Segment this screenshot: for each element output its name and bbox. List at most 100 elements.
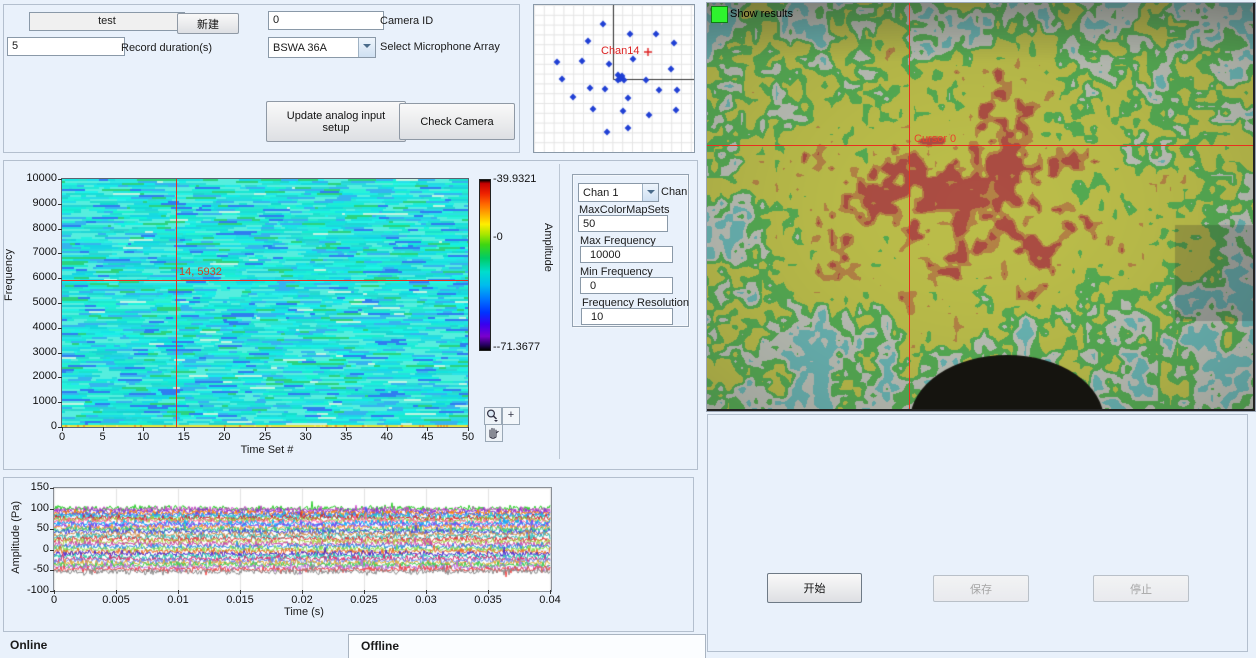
x-tick-label: 0 <box>34 594 74 606</box>
x-tick-mark <box>426 590 427 594</box>
dropdown-arrow-icon[interactable] <box>642 184 658 201</box>
x-tick-mark <box>62 427 63 431</box>
x-tick-label: 40 <box>372 431 402 443</box>
cursor-tool-icon[interactable]: + <box>502 407 520 425</box>
spectrogram-cursor-hline[interactable] <box>62 280 468 281</box>
new-button[interactable]: 新建 <box>177 13 239 34</box>
pan-tool-icon[interactable] <box>485 424 503 442</box>
frequency-resolution-field[interactable]: 10 <box>581 308 673 325</box>
channel-value: Chan 1 <box>579 185 642 201</box>
y-tick-mark <box>58 278 62 279</box>
offline-status-label: Offline <box>361 639 399 653</box>
mic-array-plot[interactable]: Chan14 <box>533 4 695 153</box>
x-tick-label: 0.015 <box>220 594 260 606</box>
y-tick-mark <box>50 488 54 489</box>
y-tick-label: 5000 <box>17 296 57 308</box>
max-frequency-field[interactable]: 10000 <box>580 246 673 263</box>
y-tick-label: 2000 <box>17 370 57 382</box>
min-frequency-field[interactable]: 0 <box>580 277 673 294</box>
spectrogram-cursor-vline[interactable] <box>176 179 177 427</box>
camera-cursor-vline[interactable] <box>909 3 910 409</box>
camera-id-label: Camera ID <box>380 15 433 27</box>
camera-view-panel[interactable]: Cursor 0 Show results <box>706 2 1256 412</box>
channel-dropdown[interactable]: Chan 1 <box>578 183 659 202</box>
spectrogram-ylabel: Frequency <box>3 249 15 301</box>
x-tick-mark <box>265 427 266 431</box>
waveform-plot[interactable] <box>53 487 552 592</box>
check-camera-button[interactable]: Check Camera <box>399 103 515 140</box>
y-tick-mark <box>58 229 62 230</box>
stop-button[interactable]: 停止 <box>1093 575 1189 602</box>
spectrogram-plot[interactable]: 14, 5932 <box>61 178 469 428</box>
y-tick-label: -50 <box>12 563 49 575</box>
x-tick-label: 10 <box>128 431 158 443</box>
colorbar-max-label: -39.9321 <box>493 173 536 185</box>
x-tick-label: 20 <box>209 431 239 443</box>
zoom-tool-icon[interactable] <box>484 407 502 425</box>
y-tick-label: 4000 <box>17 321 57 333</box>
show-results-checkbox[interactable] <box>711 6 728 23</box>
x-tick-mark <box>54 590 55 594</box>
save-button[interactable]: 保存 <box>933 575 1029 602</box>
y-tick-mark <box>50 550 54 551</box>
x-tick-mark <box>184 427 185 431</box>
acoustic-camera-app: test 新建 0 Camera ID 5 Record duration(s)… <box>0 0 1256 658</box>
show-results-label: Show results <box>730 8 793 20</box>
max-colormap-field[interactable]: 50 <box>578 215 668 232</box>
start-button[interactable]: 开始 <box>767 573 862 603</box>
x-tick-label: 15 <box>169 431 199 443</box>
x-tick-mark <box>143 427 144 431</box>
x-tick-label: 0.025 <box>344 594 384 606</box>
spectrogram-canvas[interactable] <box>62 179 468 427</box>
x-tick-label: 35 <box>331 431 361 443</box>
y-tick-mark <box>58 353 62 354</box>
y-tick-label: 8000 <box>17 222 57 234</box>
x-tick-label: 0.01 <box>158 594 198 606</box>
mic-array-canvas[interactable] <box>534 5 694 152</box>
x-tick-mark <box>178 590 179 594</box>
x-tick-label: 0.04 <box>530 594 570 606</box>
y-tick-label: 10000 <box>17 172 57 184</box>
x-tick-mark <box>427 427 428 431</box>
analysis-controls-group: Chan 1 Chan MaxColorMapSets 50 Max Frequ… <box>572 174 689 327</box>
y-tick-label: 0 <box>12 543 49 555</box>
x-tick-mark <box>468 427 469 431</box>
y-tick-label: 150 <box>12 481 49 493</box>
y-tick-mark <box>50 529 54 530</box>
waveform-panel: Amplitude (Pa) Time (s) -100-50050100150… <box>3 477 694 632</box>
camera-cursor-label: Cursor 0 <box>914 133 956 145</box>
y-tick-mark <box>50 509 54 510</box>
mic-array-value: BSWA 36A <box>269 40 358 56</box>
y-tick-label: 50 <box>12 522 49 534</box>
y-tick-mark <box>58 402 62 403</box>
y-tick-mark <box>58 328 62 329</box>
y-tick-label: 9000 <box>17 197 57 209</box>
amplitude-colorbar[interactable] <box>479 179 491 351</box>
y-tick-mark <box>58 179 62 180</box>
y-tick-label: 1000 <box>17 395 57 407</box>
x-tick-label: 0.03 <box>406 594 446 606</box>
y-tick-label: 7000 <box>17 246 57 258</box>
x-tick-mark <box>116 590 117 594</box>
x-tick-mark <box>550 590 551 594</box>
x-tick-mark <box>302 590 303 594</box>
acoustic-image-canvas[interactable] <box>707 3 1253 409</box>
y-tick-label: 6000 <box>17 271 57 283</box>
mic-array-dropdown[interactable]: BSWA 36A <box>268 37 376 58</box>
update-analog-input-button[interactable]: Update analog input setup <box>266 101 406 142</box>
test-name-field[interactable]: test <box>29 12 185 31</box>
y-tick-mark <box>58 377 62 378</box>
offline-status-box: Offline <box>348 634 706 658</box>
y-tick-label: 3000 <box>17 346 57 358</box>
x-tick-mark <box>387 427 388 431</box>
dropdown-arrow-icon[interactable] <box>358 38 375 57</box>
x-tick-label: 0.02 <box>282 594 322 606</box>
x-tick-mark <box>306 427 307 431</box>
waveform-canvas[interactable] <box>54 488 551 591</box>
camera-id-field[interactable]: 0 <box>268 11 384 30</box>
camera-cursor-hline[interactable] <box>707 145 1253 146</box>
channel-label: Chan <box>661 186 687 198</box>
x-tick-mark <box>103 427 104 431</box>
mic-cursor-label: Chan14 <box>601 45 640 57</box>
record-duration-field[interactable]: 5 <box>7 37 125 56</box>
